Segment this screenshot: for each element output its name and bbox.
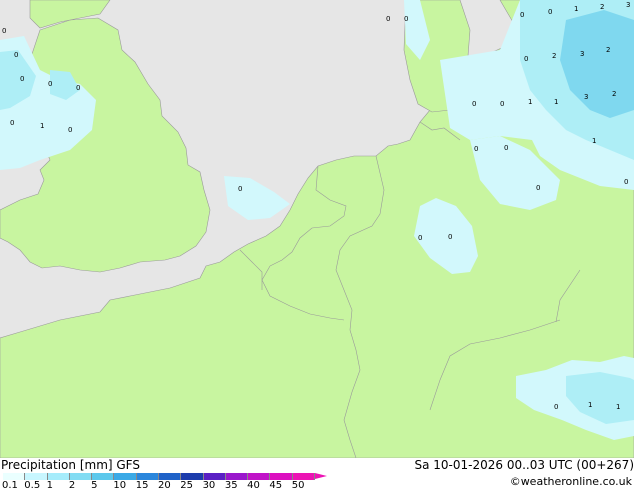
map-value-label: 1 — [574, 5, 578, 13]
scale-label: 1 — [46, 480, 53, 491]
map-value-label: 0 — [548, 8, 552, 16]
scale-label: 10 — [113, 480, 127, 491]
map-value-label: 0 — [10, 119, 14, 127]
credit-link[interactable]: ©weatheronline.co.uk — [510, 475, 632, 488]
map-value-label: 2 — [612, 90, 616, 98]
map-footer: Precipitation [mm] GFS Sa 10-01-2026 00.… — [0, 458, 634, 491]
scale-label: 0.1 — [2, 480, 18, 491]
map-value-label: 1 — [616, 403, 620, 411]
map-value-label: 1 — [554, 98, 558, 106]
scale-label: 35 — [224, 480, 238, 491]
map-value-label: 1 — [528, 98, 532, 106]
precipitation-map: 0 0 0 0 0 1 0 0 0 0 0 1 2 3 2 3 2 3 2 1 … — [0, 0, 634, 459]
map-value-label: 3 — [580, 50, 584, 58]
scale-label: 50 — [291, 480, 305, 491]
map-value-label: 0 — [500, 100, 504, 108]
map-value-label: 1 — [588, 401, 592, 409]
map-value-label: 0 — [474, 145, 478, 153]
scale-label: 5 — [91, 480, 98, 491]
scale-label: 25 — [180, 480, 194, 491]
map-value-label: 0 — [624, 178, 628, 186]
map-value-label: 0 — [2, 27, 6, 35]
map-value-label: 0 — [554, 403, 558, 411]
map-value-label: 0 — [520, 11, 524, 19]
map-value-label: 0 — [76, 84, 80, 92]
map-value-label: 0 — [536, 184, 540, 192]
map-value-label: 2 — [606, 46, 610, 54]
scale-label: 15 — [135, 480, 149, 491]
map-value-label: 0 — [386, 15, 390, 23]
map-value-label: 3 — [584, 93, 588, 101]
scale-label: 45 — [269, 480, 283, 491]
map-value-label: 2 — [552, 52, 556, 60]
map-value-label: 0 — [404, 15, 408, 23]
map-value-label: 0 — [14, 51, 18, 59]
map-value-label: 3 — [626, 1, 630, 9]
map-value-label: 0 — [418, 234, 422, 242]
scale-label: 20 — [158, 480, 171, 491]
scale-label: 0.5 — [24, 480, 41, 491]
valid-datetime: Sa 10-01-2026 00..03 UTC (00+267) — [414, 458, 634, 472]
scale-label: 2 — [68, 480, 76, 491]
map-value-label: 1 — [592, 137, 596, 145]
color-scale-labels: 0.1 0.5 1 2 5 10 15 20 25 30 35 40 45 50 — [0, 458, 330, 491]
map-canvas: 0 0 0 0 0 1 0 0 0 0 0 1 2 3 2 3 2 3 2 1 … — [0, 0, 634, 459]
map-value-label: 0 — [504, 144, 508, 152]
map-value-label: 0 — [20, 75, 24, 83]
map-value-label: 2 — [600, 3, 604, 11]
map-value-label: 1 — [40, 122, 44, 130]
map-value-label: 0 — [448, 233, 452, 241]
map-value-label: 0 — [68, 126, 72, 134]
map-value-label: 0 — [48, 80, 52, 88]
map-value-label: 0 — [524, 55, 528, 63]
map-value-label: 0 — [472, 100, 476, 108]
scale-label: 40 — [247, 480, 260, 491]
map-value-label: 0 — [238, 185, 242, 193]
scale-label: 30 — [202, 480, 216, 491]
